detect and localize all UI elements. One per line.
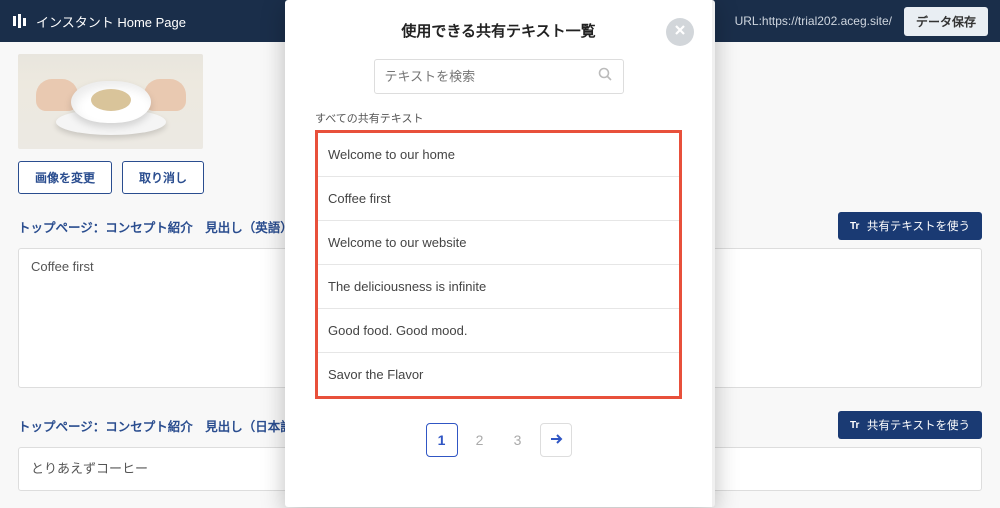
shared-text-modal: 使用できる共有テキスト一覧 すべての共有テキスト Welcome to our …	[285, 0, 715, 507]
shared-text-list: Welcome to our home Coffee first Welcome…	[315, 130, 682, 399]
arrow-right-icon	[548, 431, 564, 450]
search-input[interactable]	[385, 69, 597, 84]
page-1-button[interactable]: 1	[426, 423, 458, 457]
search-field-wrap[interactable]	[374, 59, 624, 94]
modal-backdrop: 使用できる共有テキスト一覧 すべての共有テキスト Welcome to our …	[0, 0, 1000, 507]
shared-text-item[interactable]: The deliciousness is infinite	[318, 265, 679, 309]
page-3-button[interactable]: 3	[502, 423, 534, 457]
next-page-button[interactable]	[540, 423, 572, 457]
modal-title: 使用できる共有テキスト一覧	[315, 20, 682, 41]
shared-text-item[interactable]: Welcome to our home	[318, 133, 679, 177]
close-icon	[673, 23, 687, 42]
shared-text-item[interactable]: Good food. Good mood.	[318, 309, 679, 353]
all-shared-texts-label: すべての共有テキスト	[315, 110, 682, 126]
pagination: 1 2 3	[315, 423, 682, 457]
shared-text-item[interactable]: Welcome to our website	[318, 221, 679, 265]
search-icon	[597, 66, 613, 87]
shared-text-item[interactable]: Coffee first	[318, 177, 679, 221]
modal-close-button[interactable]	[666, 18, 694, 46]
shared-text-item[interactable]: Savor the Flavor	[318, 353, 679, 396]
page-2-button[interactable]: 2	[464, 423, 496, 457]
